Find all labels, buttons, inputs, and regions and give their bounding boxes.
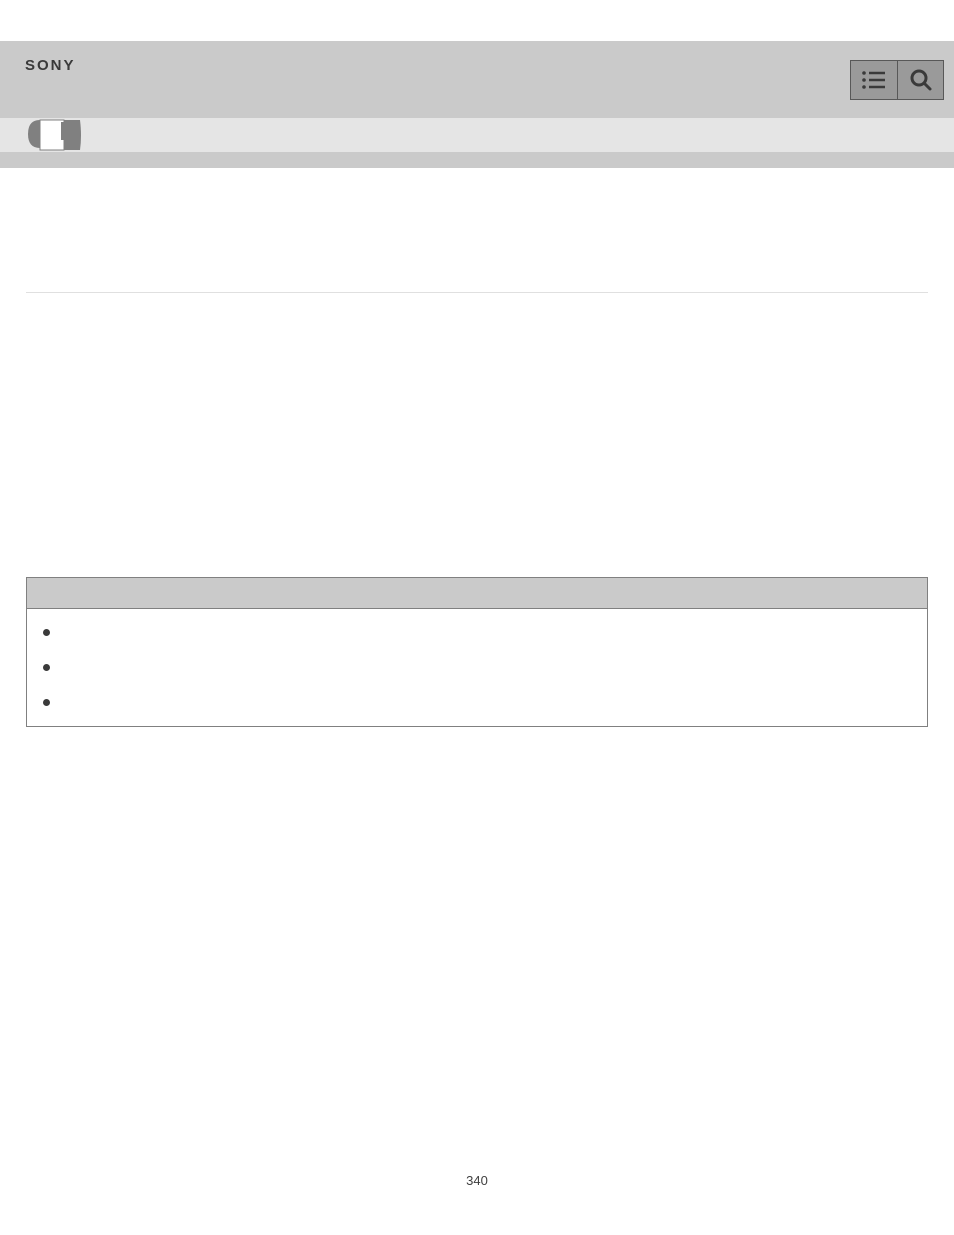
list-icon [861,70,887,90]
list-item [43,664,911,671]
search-button[interactable] [897,60,944,100]
help-guide-icon [26,118,82,151]
menu-list-button[interactable] [850,60,897,100]
content-area [0,292,954,727]
sony-logo: SONY [25,57,76,74]
bullet-icon [43,629,50,636]
header-bar: SONY [0,41,954,118]
gray-bar [0,152,954,168]
top-spacer [0,0,954,41]
bullet-icon [43,699,50,706]
info-box [26,577,928,727]
header-buttons [850,60,944,100]
search-icon [909,68,933,92]
info-box-header [27,578,927,609]
info-box-body [27,609,927,726]
divider-line [26,292,928,293]
bullet-icon [43,664,50,671]
list-item [43,699,911,706]
subheader-bar [0,118,954,152]
page-number: 340 [466,1173,488,1188]
list-item [43,629,911,636]
